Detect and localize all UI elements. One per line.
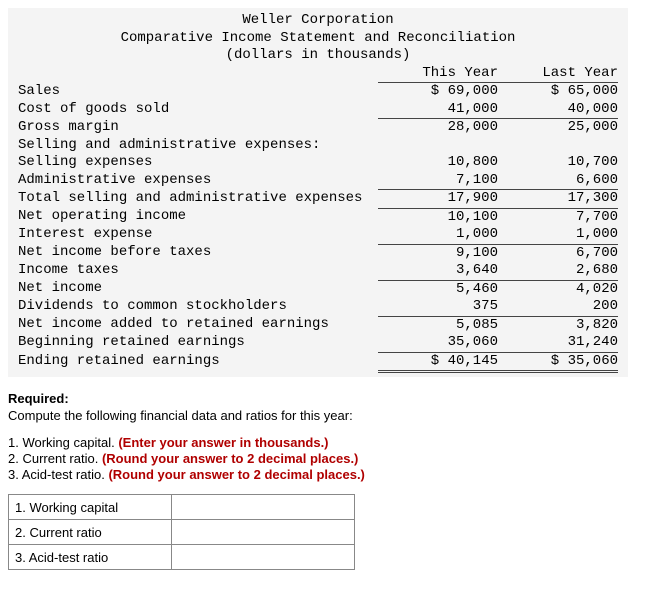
- row-nibt: Net income before taxes 9,100 6,700: [18, 244, 618, 262]
- row-income-taxes: Income taxes 3,640 2,680: [18, 262, 618, 280]
- row-sales: Sales $ 69,000 $ 65,000: [18, 83, 618, 101]
- cell-value: $ 69,000: [378, 83, 498, 101]
- row-sae-header: Selling and administrative expenses:: [18, 137, 618, 155]
- row-label: Selling expenses: [18, 154, 378, 172]
- cell-value: 5,460: [378, 280, 498, 298]
- cell-value: 17,900: [378, 190, 498, 209]
- row-label: Dividends to common stockholders: [18, 298, 378, 316]
- cell-value: 6,600: [498, 172, 618, 190]
- cell-value: $ 40,145: [378, 352, 498, 372]
- col-last-year: Last Year: [498, 65, 618, 83]
- cell-value: 2,680: [498, 262, 618, 280]
- row-label: Interest expense: [18, 226, 378, 244]
- row-label: Net operating income: [18, 208, 378, 226]
- answer-input-acid-test-ratio[interactable]: [172, 545, 355, 570]
- row-net-operating-income: Net operating income 10,100 7,700: [18, 208, 618, 226]
- col-this-year: This Year: [378, 65, 498, 83]
- row-label: Administrative expenses: [18, 172, 378, 190]
- answer-label: 3. Acid-test ratio: [9, 545, 172, 570]
- cell-value: 9,100: [378, 244, 498, 262]
- cell-value: 7,100: [378, 172, 498, 190]
- cell-value: 25,000: [498, 119, 618, 137]
- answer-input-working-capital[interactable]: [172, 495, 355, 520]
- cell-value: 41,000: [378, 101, 498, 119]
- cell-value: 28,000: [378, 119, 498, 137]
- financial-table: This Year Last Year Sales $ 69,000 $ 65,…: [18, 65, 618, 374]
- cell-value: 6,700: [498, 244, 618, 262]
- statement-title: Comparative Income Statement and Reconci…: [18, 30, 618, 48]
- row-selling-exp: Selling expenses 10,800 10,700: [18, 154, 618, 172]
- income-statement-block: Weller Corporation Comparative Income St…: [8, 8, 628, 377]
- cell-value: 5,085: [378, 316, 498, 334]
- q-hint: (Enter your answer in thousands.): [118, 435, 328, 450]
- cell-value: 10,100: [378, 208, 498, 226]
- cell-value: 17,300: [498, 190, 618, 209]
- row-label: Net income: [18, 280, 378, 298]
- cell-value: 4,020: [498, 280, 618, 298]
- row-label: Cost of goods sold: [18, 101, 378, 119]
- answer-table: 1. Working capital 2. Current ratio 3. A…: [8, 494, 355, 570]
- row-admin-exp: Administrative expenses 7,100 6,600: [18, 172, 618, 190]
- cell-value: $ 35,060: [498, 352, 618, 372]
- row-total-sae: Total selling and administrative expense…: [18, 190, 618, 209]
- question-1: 1. Working capital. (Enter your answer i…: [8, 435, 654, 450]
- cell-value: 31,240: [498, 334, 618, 352]
- row-label: Beginning retained earnings: [18, 334, 378, 352]
- cell-value: 3,640: [378, 262, 498, 280]
- answer-row-3: 3. Acid-test ratio: [9, 545, 355, 570]
- cell-value: $ 65,000: [498, 83, 618, 101]
- row-label: Gross margin: [18, 119, 378, 137]
- cell-value: 3,820: [498, 316, 618, 334]
- q-text: 2. Current ratio.: [8, 451, 102, 466]
- required-instruction: Compute the following financial data and…: [8, 408, 654, 423]
- row-label: Net income before taxes: [18, 244, 378, 262]
- row-label: Total selling and administrative expense…: [18, 190, 378, 209]
- row-label: Income taxes: [18, 262, 378, 280]
- answer-label: 1. Working capital: [9, 495, 172, 520]
- q-hint: (Round your answer to 2 decimal places.): [108, 467, 364, 482]
- column-header-row: This Year Last Year: [18, 65, 618, 83]
- row-net-income: Net income 5,460 4,020: [18, 280, 618, 298]
- answer-row-2: 2. Current ratio: [9, 520, 355, 545]
- row-interest-expense: Interest expense 1,000 1,000: [18, 226, 618, 244]
- row-label: Net income added to retained earnings: [18, 316, 378, 334]
- cell-value: 10,700: [498, 154, 618, 172]
- required-heading: Required:: [8, 391, 69, 406]
- cell-value: 40,000: [498, 101, 618, 119]
- row-dividends: Dividends to common stockholders 375 200: [18, 298, 618, 316]
- cell-value: 10,800: [378, 154, 498, 172]
- row-cogs: Cost of goods sold 41,000 40,000: [18, 101, 618, 119]
- row-label: Sales: [18, 83, 378, 101]
- row-label: Ending retained earnings: [18, 352, 378, 372]
- row-end-re: Ending retained earnings $ 40,145 $ 35,0…: [18, 352, 618, 372]
- cell-value: 200: [498, 298, 618, 316]
- row-gross-margin: Gross margin 28,000 25,000: [18, 119, 618, 137]
- answer-row-1: 1. Working capital: [9, 495, 355, 520]
- row-label: Selling and administrative expenses:: [18, 137, 618, 155]
- question-2: 2. Current ratio. (Round your answer to …: [8, 451, 654, 466]
- question-list: 1. Working capital. (Enter your answer i…: [8, 435, 654, 482]
- q-text: 1. Working capital.: [8, 435, 118, 450]
- answer-label: 2. Current ratio: [9, 520, 172, 545]
- q-hint: (Round your answer to 2 decimal places.): [102, 451, 358, 466]
- row-ni-added-re: Net income added to retained earnings 5,…: [18, 316, 618, 334]
- cell-value: 375: [378, 298, 498, 316]
- statement-units: (dollars in thousands): [18, 47, 618, 65]
- cell-value: 1,000: [498, 226, 618, 244]
- required-section: Required: Compute the following financia…: [8, 391, 654, 570]
- cell-value: 1,000: [378, 226, 498, 244]
- q-text: 3. Acid-test ratio.: [8, 467, 108, 482]
- cell-value: 7,700: [498, 208, 618, 226]
- row-beg-re: Beginning retained earnings 35,060 31,24…: [18, 334, 618, 352]
- question-3: 3. Acid-test ratio. (Round your answer t…: [8, 467, 654, 482]
- answer-input-current-ratio[interactable]: [172, 520, 355, 545]
- company-name: Weller Corporation: [18, 12, 618, 30]
- cell-value: 35,060: [378, 334, 498, 352]
